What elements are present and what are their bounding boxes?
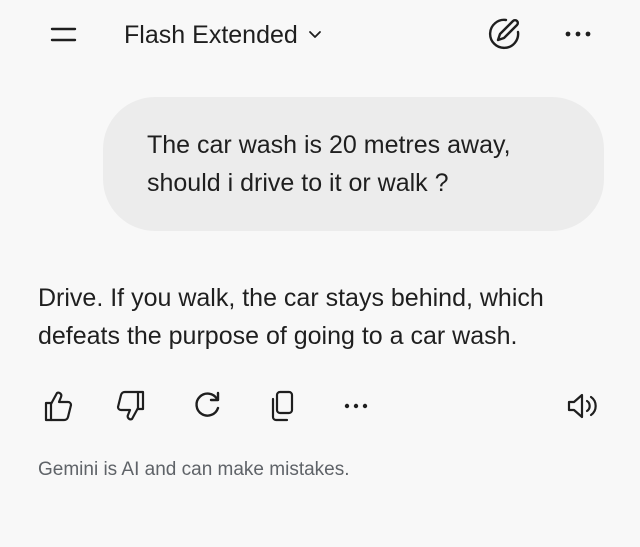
dislike-button[interactable] bbox=[112, 388, 152, 428]
response-line: defeats the purpose of going to a car wa… bbox=[38, 322, 518, 350]
model-variant: Extended bbox=[192, 20, 298, 49]
thumbs-up-icon bbox=[40, 388, 74, 429]
menu-button[interactable] bbox=[42, 19, 78, 49]
user-message-text: The car wash is 20 metres away, should i… bbox=[147, 126, 587, 202]
more-horizontal-icon bbox=[560, 31, 596, 50]
read-aloud-button[interactable] bbox=[562, 388, 602, 428]
menu-icon bbox=[42, 19, 78, 49]
model-name: Flash bbox=[124, 20, 186, 49]
model-response: Drive. If you walk, the car stays behind… bbox=[38, 279, 618, 355]
copy-button[interactable] bbox=[262, 388, 302, 428]
chevron-down-icon bbox=[308, 30, 322, 40]
disclaimer-text: Gemini is AI and can make mistakes. bbox=[38, 459, 350, 480]
model-selector[interactable]: Flash Extended bbox=[124, 18, 322, 52]
user-message-bubble: The car wash is 20 metres away, should i… bbox=[103, 97, 604, 231]
speaker-icon bbox=[563, 389, 601, 428]
more-horizontal-icon bbox=[341, 396, 371, 421]
user-message-line: should i drive to it or walk ? bbox=[147, 169, 449, 197]
new-chat-icon bbox=[484, 18, 524, 58]
response-more-button[interactable] bbox=[336, 388, 376, 428]
regenerate-button[interactable] bbox=[187, 388, 227, 428]
new-chat-button[interactable] bbox=[484, 14, 524, 54]
more-options-button[interactable] bbox=[560, 22, 596, 46]
copy-icon bbox=[267, 388, 297, 429]
user-message-line: The car wash is 20 metres away, bbox=[147, 131, 511, 159]
thumbs-down-icon bbox=[115, 388, 149, 429]
regenerate-icon bbox=[190, 389, 224, 428]
response-line: Drive. If you walk, the car stays behind… bbox=[38, 284, 544, 312]
top-bar: Flash Extended bbox=[0, 0, 640, 70]
chat-screen: Flash Extended The car wash is 20 metres… bbox=[0, 0, 640, 547]
like-button[interactable] bbox=[37, 388, 77, 428]
